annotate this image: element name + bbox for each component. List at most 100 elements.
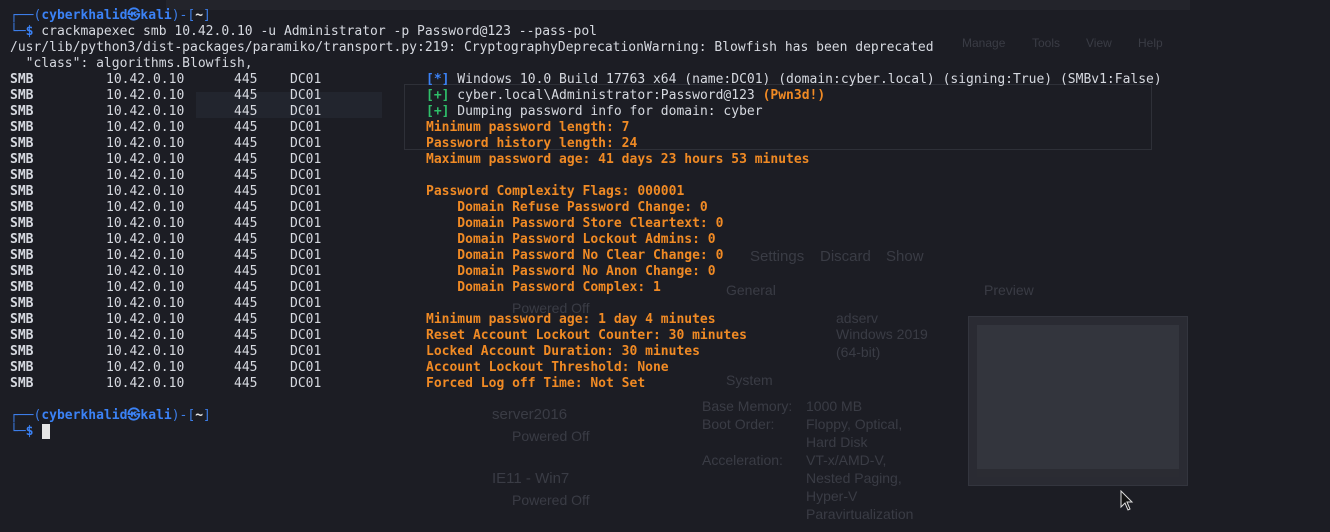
prompt-dollar-2: $ bbox=[25, 424, 34, 439]
row-protocol: SMB bbox=[10, 216, 34, 231]
row-host: DC01 bbox=[290, 120, 322, 135]
row-message: [+] cyber.local\Administrator:Password@1… bbox=[426, 88, 825, 104]
row-host: DC01 bbox=[290, 168, 322, 183]
row-ip: 10.42.0.10 bbox=[106, 328, 185, 343]
row-message: Forced Log off Time: Not Set bbox=[426, 376, 645, 392]
row-protocol: SMB bbox=[10, 136, 34, 151]
row-host: DC01 bbox=[290, 216, 322, 231]
prompt-line-1: ┌──(cyberkhalid㉿kali)-[~] bbox=[10, 8, 211, 24]
prompt-line-2: ┌──(cyberkhalid㉿kali)-[~] bbox=[10, 408, 211, 424]
row-ip: 10.42.0.10 bbox=[106, 184, 185, 199]
row-message-text: Locked Account Duration: 30 minutes bbox=[426, 344, 700, 359]
row-message: Minimum password length: 7 bbox=[426, 120, 630, 136]
row-ip: 10.42.0.10 bbox=[106, 360, 185, 375]
row-protocol: SMB bbox=[10, 104, 34, 119]
row-host: DC01 bbox=[290, 328, 322, 343]
prompt-close: )-[ bbox=[171, 8, 196, 23]
row-ip: 10.42.0.10 bbox=[106, 200, 185, 215]
row-ip: 10.42.0.10 bbox=[106, 344, 185, 359]
row-host: DC01 bbox=[290, 184, 322, 199]
row-message: Reset Account Lockout Counter: 30 minute… bbox=[426, 328, 747, 344]
row-ip: 10.42.0.10 bbox=[106, 88, 185, 103]
prompt-close-2: )-[ bbox=[171, 408, 196, 423]
row-port: 445 bbox=[234, 104, 258, 119]
terminal-window[interactable]: ┌──(cyberkhalid㉿kali)-[~] └─$ crackmapex… bbox=[0, 0, 1330, 532]
row-message: Domain Password No Clear Change: 0 bbox=[426, 248, 723, 264]
row-host: DC01 bbox=[290, 344, 322, 359]
row-ip: 10.42.0.10 bbox=[106, 264, 185, 279]
row-ip: 10.42.0.10 bbox=[106, 280, 185, 295]
prompt-user-2: cyberkhalid㉿kali bbox=[41, 408, 172, 423]
row-message: Domain Password Store Cleartext: 0 bbox=[426, 216, 723, 232]
row-port: 445 bbox=[234, 72, 258, 87]
row-port: 445 bbox=[234, 232, 258, 247]
pwned-badge: (Pwn3d!) bbox=[762, 88, 826, 103]
row-message-text: Dumping password info for domain: cyber bbox=[449, 104, 763, 119]
row-protocol: SMB bbox=[10, 264, 34, 279]
warning-line: /usr/lib/python3/dist-packages/paramiko/… bbox=[10, 40, 934, 55]
row-message-text: cyber.local\Administrator:Password@123 bbox=[449, 88, 763, 103]
row-status-tag: [+] bbox=[426, 104, 450, 119]
row-message: Minimum password age: 1 day 4 minutes bbox=[426, 312, 716, 328]
row-port: 445 bbox=[234, 280, 258, 295]
row-protocol: SMB bbox=[10, 360, 34, 375]
row-message-text: Minimum password length: 7 bbox=[426, 120, 630, 135]
row-protocol: SMB bbox=[10, 232, 34, 247]
row-host: DC01 bbox=[290, 88, 322, 103]
command-text: crackmapexec smb 10.42.0.10 -u Administr… bbox=[33, 24, 598, 39]
row-protocol: SMB bbox=[10, 168, 34, 183]
prompt-line-2-tail: └─$ bbox=[10, 424, 33, 440]
row-ip: 10.42.0.10 bbox=[106, 248, 185, 263]
row-ip: 10.42.0.10 bbox=[106, 216, 185, 231]
row-port: 445 bbox=[234, 376, 258, 391]
row-protocol: SMB bbox=[10, 152, 34, 167]
row-ip: 10.42.0.10 bbox=[106, 376, 185, 391]
row-protocol: SMB bbox=[10, 280, 34, 295]
row-message: [+] Dumping password info for domain: cy… bbox=[426, 104, 763, 120]
row-message-text: Domain Password Store Cleartext: 0 bbox=[426, 216, 724, 231]
row-ip: 10.42.0.10 bbox=[106, 312, 185, 327]
row-port: 445 bbox=[234, 152, 258, 167]
row-message-text: Password history length: 24 bbox=[426, 136, 638, 151]
row-protocol: SMB bbox=[10, 72, 34, 87]
row-host: DC01 bbox=[290, 264, 322, 279]
row-message: Account Lockout Threshold: None bbox=[426, 360, 669, 376]
class-line: "class": algorithms.Blowfish, bbox=[10, 56, 253, 71]
row-port: 445 bbox=[234, 200, 258, 215]
row-port: 445 bbox=[234, 248, 258, 263]
row-message-text: Domain Refuse Password Change: 0 bbox=[426, 200, 708, 215]
row-port: 445 bbox=[234, 184, 258, 199]
row-port: 445 bbox=[234, 296, 258, 311]
row-message: Password history length: 24 bbox=[426, 136, 637, 152]
row-port: 445 bbox=[234, 88, 258, 103]
row-ip: 10.42.0.10 bbox=[106, 296, 185, 311]
row-message: Domain Password Lockout Admins: 0 bbox=[426, 232, 716, 248]
row-port: 445 bbox=[234, 216, 258, 231]
row-port: 445 bbox=[234, 360, 258, 375]
row-status-tag: [+] bbox=[426, 88, 450, 103]
row-message-text: Domain Password Complex: 1 bbox=[426, 280, 661, 295]
row-host: DC01 bbox=[290, 248, 322, 263]
row-protocol: SMB bbox=[10, 296, 34, 311]
row-ip: 10.42.0.10 bbox=[106, 136, 185, 151]
prompt-open: ┌──( bbox=[10, 8, 42, 23]
row-host: DC01 bbox=[290, 136, 322, 151]
row-host: DC01 bbox=[290, 72, 322, 87]
prompt-tail: └─ bbox=[10, 24, 26, 39]
row-message: Maximum password age: 41 days 23 hours 5… bbox=[426, 152, 810, 168]
row-protocol: SMB bbox=[10, 376, 34, 391]
terminal-cursor[interactable] bbox=[42, 424, 50, 439]
row-message-text: Minimum password age: 1 day 4 minutes bbox=[426, 312, 716, 327]
row-protocol: SMB bbox=[10, 328, 34, 343]
row-message-text: Domain Password Lockout Admins: 0 bbox=[426, 232, 716, 247]
row-message-text: Maximum password age: 41 days 23 hours 5… bbox=[426, 152, 810, 167]
prompt-end-2: ] bbox=[203, 408, 211, 423]
row-message: Password Complexity Flags: 000001 bbox=[426, 184, 684, 200]
row-message: Domain Refuse Password Change: 0 bbox=[426, 200, 708, 216]
prompt-user: cyberkhalid㉿kali bbox=[41, 8, 172, 23]
row-port: 445 bbox=[234, 264, 258, 279]
row-message: Domain Password No Anon Change: 0 bbox=[426, 264, 715, 280]
row-message-text: Domain Password No Clear Change: 0 bbox=[426, 248, 724, 263]
prompt-open-2: ┌──( bbox=[10, 408, 42, 423]
row-ip: 10.42.0.10 bbox=[106, 120, 185, 135]
